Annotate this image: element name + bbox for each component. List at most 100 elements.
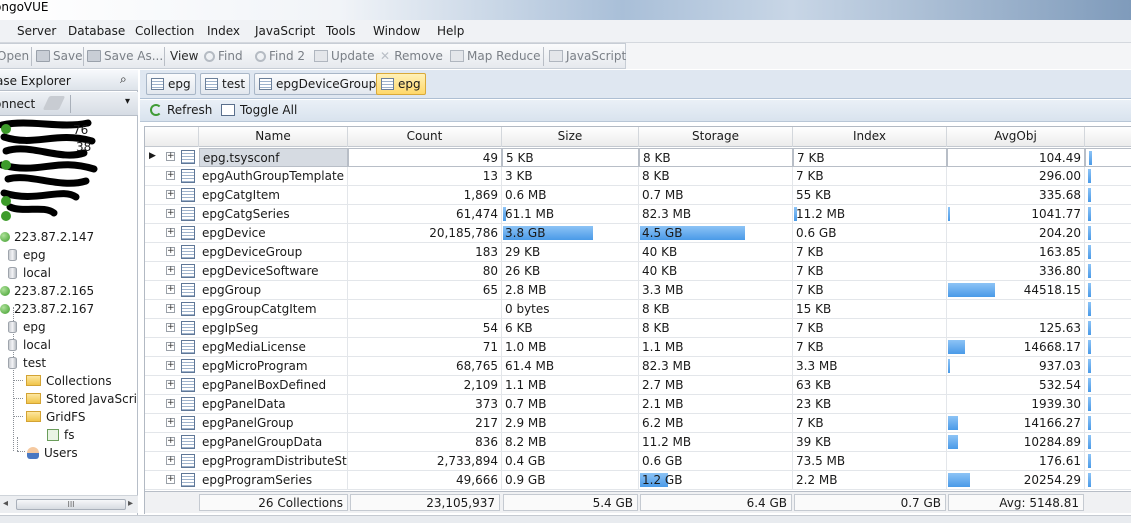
- table-row[interactable]: + epgPanelGroupData 836 8.2 MB 11.2 MB 39 KB 1…: [145, 433, 1131, 452]
- table-row[interactable]: + epgIpSeg 54 6 KB 8 KB 7 KB 125.63: [145, 319, 1131, 338]
- cell-index-text: 0.6 GB: [796, 226, 837, 240]
- scroll-left-icon[interactable]: ◂: [3, 498, 8, 509]
- connect-button[interactable]: onnect: [0, 97, 35, 111]
- table-row[interactable]: + epgPanelBoxDefined 2,109 1.1 MB 2.7 MB 63 K…: [145, 376, 1131, 395]
- table-row[interactable]: + epgPanelData 373 0.7 MB 2.1 MB 23 KB 1939.30: [145, 395, 1131, 414]
- expand-icon[interactable]: +: [166, 475, 175, 484]
- cell-count-text: 71: [482, 340, 498, 354]
- column-header-storage[interactable]: Storage: [639, 127, 793, 147]
- column-header-index[interactable]: Index: [793, 127, 947, 147]
- explorer-horizontal-scrollbar[interactable]: ◂ III ▸: [0, 495, 138, 513]
- save-as-button[interactable]: Save As...: [87, 49, 163, 63]
- table-row[interactable]: + epgMediaLicense 71 1.0 MB 1.1 MB 7 KB 14668.…: [145, 338, 1131, 357]
- expand-icon[interactable]: +: [166, 152, 175, 161]
- cell-index-text: 7 KB: [796, 264, 824, 278]
- view-button[interactable]: View: [170, 49, 198, 63]
- pin-icon[interactable]: ⌕: [120, 72, 127, 87]
- scrollbar-thumb[interactable]: III: [16, 499, 126, 510]
- table-row[interactable]: ▶ + epg.tsysconf 49 5 KB 8 KB 7 KB 104.49: [145, 148, 1131, 167]
- menu-index[interactable]: Index: [207, 24, 240, 38]
- expand-icon[interactable]: +: [166, 323, 175, 332]
- expand-icon[interactable]: +: [166, 342, 175, 351]
- find-button[interactable]: Find: [204, 49, 243, 63]
- table-row[interactable]: + epgProgramDistributeSta... 2,733,894 0.4 …: [145, 452, 1131, 471]
- table-row[interactable]: + epgGroup 65 2.8 MB 3.3 MB 7 KB 44518.15: [145, 281, 1131, 300]
- tab-epgdevicegroup[interactable]: epgDeviceGroup: [254, 73, 382, 95]
- expand-icon[interactable]: +: [166, 247, 175, 256]
- tree-db-epg[interactable]: epg: [8, 248, 46, 266]
- expand-icon[interactable]: +: [166, 228, 175, 237]
- table-row[interactable]: + epgCatgSeries 61,474 61.1 MB 82.3 MB 11.2 M…: [145, 205, 1131, 224]
- menu-javascript[interactable]: JavaScript: [255, 24, 315, 38]
- tree-server-223-87-2-165[interactable]: 223.87.2.165: [0, 284, 94, 302]
- expand-icon[interactable]: +: [166, 399, 175, 408]
- cell-index-text: 7 KB: [796, 340, 824, 354]
- table-row[interactable]: + epgDeviceGroup 183 29 KB 40 KB 7 KB 163.85: [145, 243, 1131, 262]
- tree-users[interactable]: Users: [27, 446, 78, 464]
- javascript-button[interactable]: JavaScript: [549, 49, 626, 63]
- menu-tools[interactable]: Tools: [326, 24, 356, 38]
- expand-icon[interactable]: +: [166, 190, 175, 199]
- table-row[interactable]: + epgCatgItem 1,869 0.6 MB 0.7 MB 55 KB 335.68: [145, 186, 1131, 205]
- menu-server[interactable]: Server: [17, 24, 56, 38]
- menu-database[interactable]: Database: [68, 24, 125, 38]
- expand-icon[interactable]: +: [166, 304, 175, 313]
- remove-icon: ✕: [380, 49, 395, 63]
- column-header-extra[interactable]: [1085, 127, 1131, 147]
- tree-server-partial[interactable]: 76: [73, 123, 88, 141]
- chevron-down-icon[interactable]: ▾: [125, 96, 130, 107]
- save-button[interactable]: Save: [36, 49, 82, 63]
- tree-gridfs[interactable]: GridFS: [26, 410, 86, 428]
- main-toolbar: Open Save Save As... View Find Find 2 Up…: [0, 43, 626, 69]
- tab-epg-active[interactable]: epg: [376, 73, 426, 95]
- tree-stored-javascript[interactable]: Stored JavaScript: [26, 392, 138, 410]
- remove-button[interactable]: ✕ Remove: [380, 49, 443, 63]
- expand-icon[interactable]: +: [166, 418, 175, 427]
- tree-db-test[interactable]: test: [8, 356, 46, 374]
- table-row[interactable]: + epgMicroProgram 68,765 61.4 MB 82.3 MB 3.3 …: [145, 357, 1131, 376]
- scroll-right-icon[interactable]: ▸: [128, 498, 133, 509]
- tab-test[interactable]: test: [200, 73, 251, 95]
- usage-bar: [948, 435, 958, 449]
- expand-icon[interactable]: +: [166, 171, 175, 180]
- table-row[interactable]: + epgAuthGroupTemplate 13 3 KB 8 KB 7 KB 296.0…: [145, 167, 1131, 186]
- expand-icon[interactable]: +: [166, 209, 175, 218]
- tab-epg[interactable]: epg: [146, 73, 196, 95]
- expand-icon[interactable]: +: [166, 380, 175, 389]
- expand-icon[interactable]: +: [166, 266, 175, 275]
- cell-count: 49,666: [348, 471, 502, 490]
- expand-icon[interactable]: +: [166, 285, 175, 294]
- toggle-all-button[interactable]: Toggle All: [221, 103, 297, 117]
- tree-db-local[interactable]: local: [8, 266, 51, 284]
- table-row[interactable]: + epgPanelGroup 217 2.9 MB 6.2 MB 7 KB 14166.2…: [145, 414, 1131, 433]
- tree-db-local[interactable]: local: [8, 338, 51, 356]
- table-row[interactable]: + epgDevice 20,185,786 3.8 GB 4.5 GB 0.6 GB 20…: [145, 224, 1131, 243]
- menu-help[interactable]: Help: [437, 24, 464, 38]
- tree-db-epg[interactable]: epg: [8, 320, 46, 338]
- update-button[interactable]: Update: [314, 49, 374, 63]
- expand-icon[interactable]: +: [166, 437, 175, 446]
- menu-window[interactable]: Window: [373, 24, 420, 38]
- expand-icon[interactable]: +: [166, 456, 175, 465]
- refresh-button[interactable]: Refresh: [150, 103, 212, 117]
- open-button[interactable]: Open: [0, 49, 29, 63]
- menu-collection[interactable]: Collection: [135, 24, 194, 38]
- cell-storage-text: 82.3 MB: [642, 207, 692, 221]
- cell-index: 23 KB: [793, 395, 947, 414]
- table-row[interactable]: + epgDeviceSoftware 80 26 KB 40 KB 7 KB 336.80: [145, 262, 1131, 281]
- tree-server-223-87-2-167[interactable]: 223.87.2.167: [0, 302, 94, 320]
- column-header-avgobj[interactable]: AvgObj: [947, 127, 1085, 147]
- expand-icon[interactable]: +: [166, 361, 175, 370]
- table-row[interactable]: + epgProgramSeries 49,666 0.9 GB 1.2 GB 2.2 M…: [145, 471, 1131, 490]
- column-header-count[interactable]: Count: [348, 127, 502, 147]
- map-reduce-button[interactable]: Map Reduce: [450, 49, 541, 63]
- tree-fs[interactable]: fs: [47, 428, 74, 446]
- table-row[interactable]: + epgGroupCatgItem 0 bytes 8 KB 15 KB: [145, 300, 1131, 319]
- find2-button[interactable]: Find 2: [255, 49, 305, 63]
- column-header-size[interactable]: Size: [502, 127, 639, 147]
- tree-server-partial[interactable]: 38: [76, 140, 91, 158]
- plug-icon[interactable]: [42, 96, 66, 110]
- tree-server-223-87-2-147[interactable]: 223.87.2.147: [0, 230, 94, 248]
- tree-collections[interactable]: Collections: [26, 374, 112, 392]
- column-header-name[interactable]: Name: [199, 127, 348, 147]
